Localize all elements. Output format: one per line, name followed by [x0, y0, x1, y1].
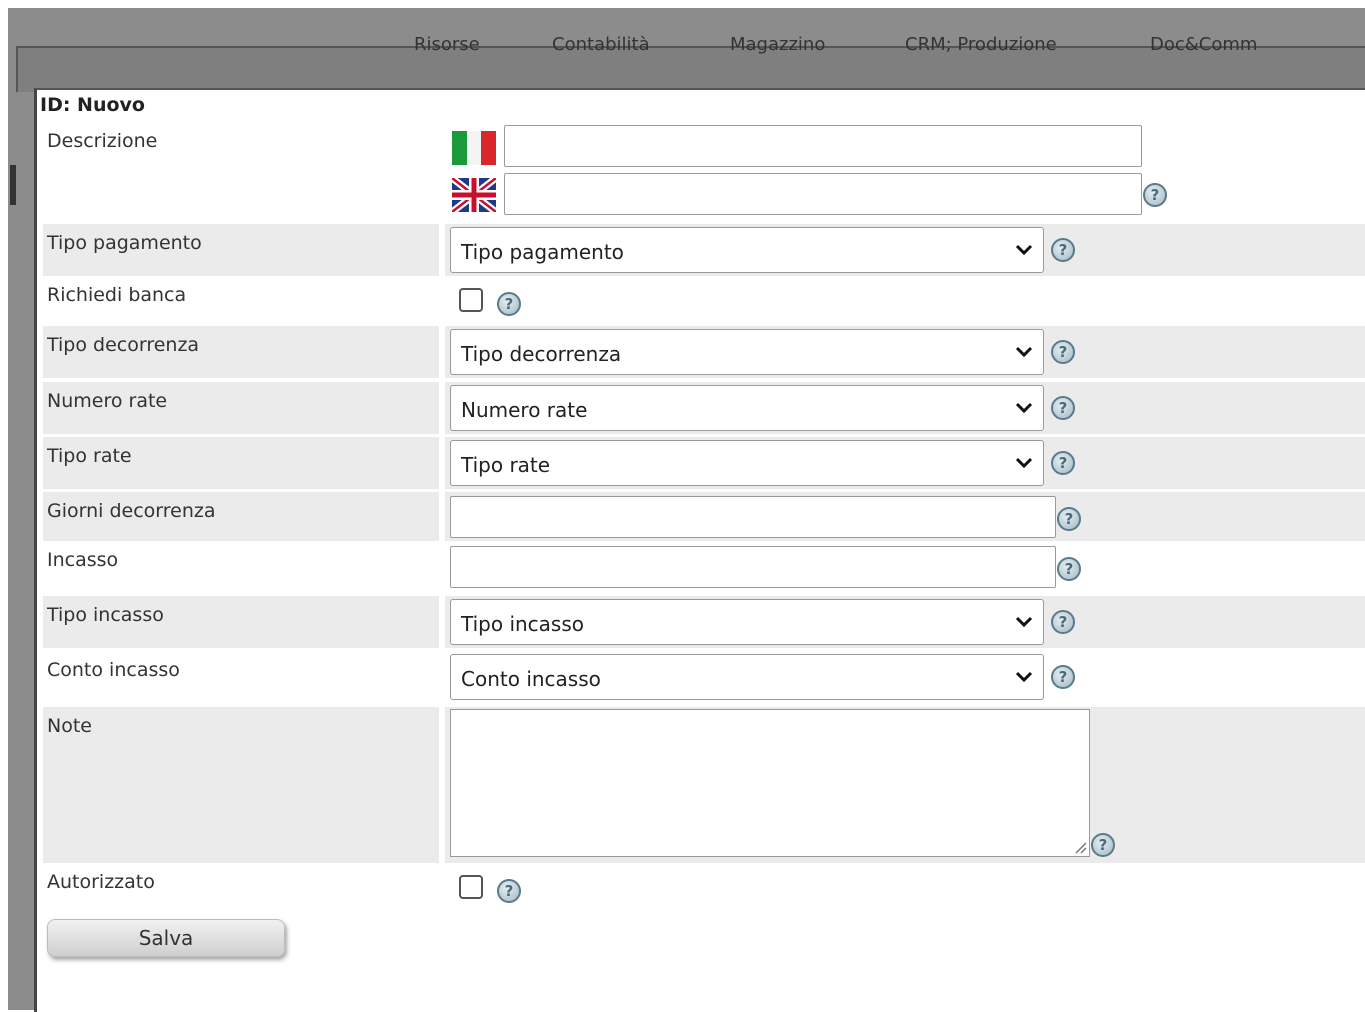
row-numero-rate: Numero rate Numero rate ? [43, 382, 1365, 434]
resize-handle-icon[interactable] [1071, 838, 1087, 854]
nav-item-doc-comm[interactable]: Doc&Comm [1150, 34, 1257, 54]
row-tipo-incasso: Tipo incasso Tipo incasso ? [43, 596, 1365, 648]
uk-flag-icon [452, 178, 496, 212]
help-icon[interactable]: ? [1143, 183, 1167, 207]
row-giorni-decorrenza: Giorni decorrenza ? [43, 492, 1365, 541]
help-icon[interactable]: ? [1091, 833, 1115, 857]
label-conto-incasso: Conto incasso [47, 659, 180, 681]
italian-flag-icon [452, 131, 497, 165]
giorni-decorrenza-input[interactable] [450, 496, 1056, 538]
help-icon[interactable]: ? [1051, 451, 1075, 475]
save-button[interactable]: Salva [47, 919, 285, 957]
label-tipo-incasso: Tipo incasso [47, 604, 164, 626]
note-textarea[interactable] [450, 709, 1090, 857]
label-richiedi-banca: Richiedi banca [47, 284, 187, 306]
autorizzato-checkbox[interactable] [459, 875, 483, 899]
help-icon[interactable]: ? [1051, 610, 1075, 634]
label-descrizione: Descrizione [47, 130, 158, 152]
incasso-input[interactable] [450, 546, 1056, 588]
help-icon[interactable]: ? [1057, 507, 1081, 531]
help-icon[interactable]: ? [1051, 665, 1075, 689]
conto-incasso-select[interactable]: Conto incasso [450, 654, 1044, 700]
background-edge [10, 165, 16, 205]
row-autorizzato: Autorizzato ? [43, 863, 1365, 915]
nav-item-magazzino[interactable]: Magazzino [730, 34, 825, 54]
nav-item-risorse[interactable]: Risorse [414, 34, 480, 54]
label-autorizzato: Autorizzato [47, 871, 155, 893]
row-tipo-rate: Tipo rate Tipo rate ? [43, 437, 1365, 489]
row-descrizione: Descrizione ? [43, 122, 1365, 222]
help-icon[interactable]: ? [497, 879, 521, 903]
label-tipo-pagamento: Tipo pagamento [47, 232, 202, 254]
help-icon[interactable]: ? [497, 292, 521, 316]
nav-item-crm-produzione[interactable]: CRM; Produzione [905, 34, 1057, 54]
row-tipo-pagamento: Tipo pagamento Tipo pagamento ? [43, 224, 1365, 276]
record-id: ID: Nuovo [40, 94, 145, 116]
tipo-pagamento-select[interactable]: Tipo pagamento [450, 227, 1044, 273]
label-giorni-decorrenza: Giorni decorrenza [47, 500, 216, 522]
help-icon[interactable]: ? [1057, 557, 1081, 581]
chevron-down-icon [1015, 346, 1033, 358]
chevron-down-icon [1015, 244, 1033, 256]
chevron-down-icon [1015, 457, 1033, 469]
tipo-incasso-select[interactable]: Tipo incasso [450, 599, 1044, 645]
help-icon[interactable]: ? [1051, 340, 1075, 364]
descrizione-it-input[interactable] [504, 125, 1142, 167]
row-conto-incasso: Conto incasso Conto incasso ? [43, 651, 1365, 703]
chevron-down-icon [1015, 402, 1033, 414]
row-tipo-decorrenza: Tipo decorrenza Tipo decorrenza ? [43, 326, 1365, 378]
chevron-down-icon [1015, 616, 1033, 628]
help-icon[interactable]: ? [1051, 396, 1075, 420]
payment-form-modal: ID: Nuovo Descrizione ? Tipo pagamento T… [34, 88, 1365, 1012]
background-nav: Risorse Contabilità Magazzino CRM; Produ… [0, 34, 1365, 54]
nav-item-contabilita[interactable]: Contabilità [552, 34, 650, 54]
label-note: Note [47, 715, 92, 737]
chevron-down-icon [1015, 671, 1033, 683]
row-richiedi-banca: Richiedi banca ? [43, 276, 1365, 326]
descrizione-en-input[interactable] [504, 173, 1142, 215]
label-tipo-decorrenza: Tipo decorrenza [47, 334, 200, 356]
row-incasso: Incasso ? [43, 541, 1365, 595]
help-icon[interactable]: ? [1051, 238, 1075, 262]
richiedi-banca-checkbox[interactable] [459, 288, 483, 312]
label-incasso: Incasso [47, 549, 119, 571]
tipo-decorrenza-select[interactable]: Tipo decorrenza [450, 329, 1044, 375]
tipo-rate-select[interactable]: Tipo rate [450, 440, 1044, 486]
label-numero-rate: Numero rate [47, 390, 168, 412]
label-tipo-rate: Tipo rate [47, 445, 132, 467]
row-note: Note ? [43, 707, 1365, 863]
numero-rate-select[interactable]: Numero rate [450, 385, 1044, 431]
